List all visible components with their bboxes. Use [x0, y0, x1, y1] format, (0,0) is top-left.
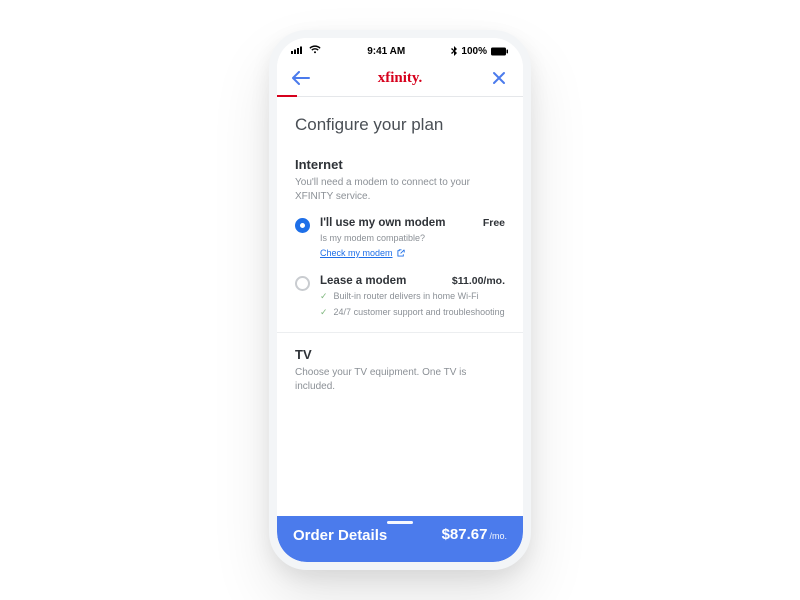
nav-bar: xfinity. — [277, 60, 523, 96]
status-bar: 9:41 AM 100% — [277, 38, 523, 60]
content: Configure your plan Internet You'll need… — [277, 97, 523, 516]
tv-section-title: TV — [295, 347, 505, 362]
order-details-bar[interactable]: Order Details $87.67/mo. — [277, 516, 523, 562]
option-label: I'll use my own modem — [320, 217, 445, 229]
modem-option-own[interactable]: I'll use my own modem Free Is my modem c… — [295, 217, 505, 261]
check-icon: ✓ — [320, 307, 328, 319]
progress-indicator — [277, 96, 523, 97]
section-divider — [277, 332, 523, 333]
close-button[interactable] — [487, 66, 511, 90]
option-label: Lease a modem — [320, 275, 406, 287]
feature-text: 24/7 customer support and troubleshootin… — [334, 307, 505, 319]
screen: 9:41 AM 100% xfinity. Configure you — [277, 38, 523, 562]
tv-section-subtitle: Choose your TV equipment. One TV is incl… — [295, 366, 505, 393]
internet-section-title: Internet — [295, 157, 505, 172]
order-period: /mo. — [489, 531, 507, 541]
external-link-icon — [397, 248, 406, 259]
radio-own-modem[interactable] — [295, 218, 310, 233]
modem-option-lease[interactable]: Lease a modem $11.00/mo. ✓ Built-in route… — [295, 275, 505, 318]
order-details-label: Order Details — [293, 527, 387, 544]
internet-section-subtitle: You'll need a modem to connect to your X… — [295, 176, 505, 203]
battery-pct: 100% — [461, 46, 487, 57]
order-price-group: $87.67/mo. — [442, 526, 507, 544]
wifi-icon — [309, 45, 321, 57]
order-price: $87.67 — [442, 526, 488, 543]
signal-icon — [291, 45, 305, 57]
check-icon: ✓ — [320, 291, 328, 303]
battery-icon — [491, 47, 509, 56]
option-price: $11.00/mo. — [452, 275, 505, 287]
check-modem-link[interactable]: Check my modem — [320, 248, 406, 259]
status-time: 9:41 AM — [367, 46, 405, 57]
phone-frame: 9:41 AM 100% xfinity. Configure you — [269, 30, 531, 570]
option-help: Is my modem compatible? — [320, 233, 505, 243]
page-title: Configure your plan — [295, 115, 505, 135]
option-price: Free — [483, 217, 505, 229]
bluetooth-icon — [451, 46, 457, 56]
radio-lease-modem[interactable] — [295, 276, 310, 291]
back-button[interactable] — [289, 66, 313, 90]
feature-text: Built-in router delivers in home Wi-Fi — [334, 291, 479, 303]
